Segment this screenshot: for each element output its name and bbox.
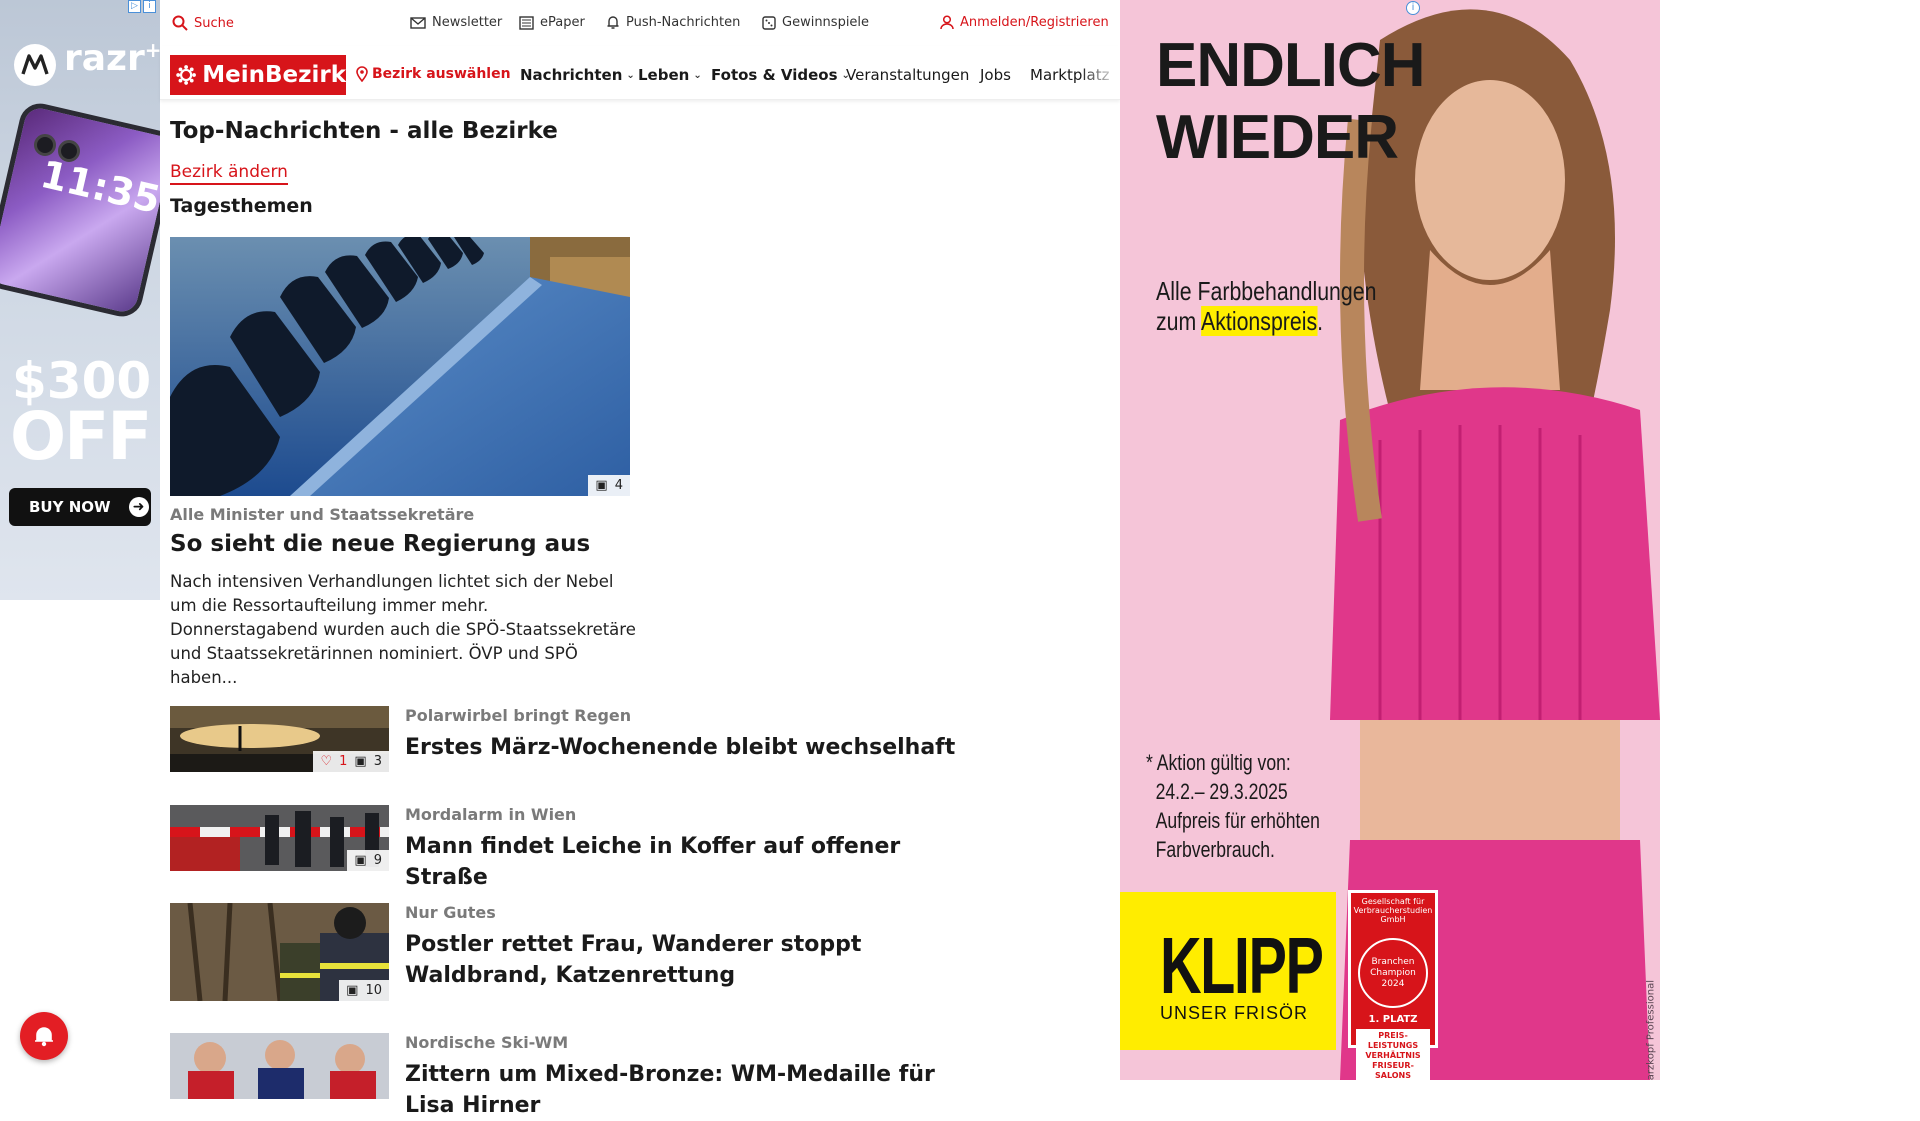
nav-veranstaltungen[interactable]: Veranstaltungen <box>846 66 969 84</box>
article-headline[interactable]: Zittern um Mixed-Bronze: WM-Medaille für… <box>405 1059 985 1121</box>
motorola-logo-icon <box>14 44 56 86</box>
hero-teaser: Nach intensiven Verhandlungen lichtet si… <box>170 572 636 687</box>
image-count-badge: ▣ 9 <box>347 850 389 871</box>
article-thumbnail <box>170 1033 389 1099</box>
arrow-right-icon: ➜ <box>128 497 149 517</box>
article-headline[interactable]: Mann findet Leiche in Koffer auf offener… <box>405 831 985 893</box>
gallery-icon: ▣ <box>354 853 367 868</box>
laurel-icon: Branchen Champion 2024 <box>1358 938 1428 1008</box>
photo-credit: Foto: Schwarzkopf Professional <box>1646 980 1657 1080</box>
user-icon <box>940 15 954 30</box>
image-count-badge: ▣ 10 <box>339 980 389 1001</box>
logo-sun-icon <box>176 65 196 85</box>
gewinnspiele-link[interactable]: Gewinnspiele <box>762 15 869 30</box>
change-bezirk-link[interactable]: Bezirk ändern <box>170 162 288 185</box>
article-item[interactable]: Nordische Ski-WM Zittern um Mixed-Bronze… <box>170 1033 970 1118</box>
klipp-logo: KLIPP <box>1160 921 1324 1010</box>
mail-icon <box>410 16 426 29</box>
newsletter-link[interactable]: Newsletter <box>410 15 502 30</box>
newspaper-icon <box>519 15 534 30</box>
article-headline[interactable]: Postler rettet Frau, Wanderer stoppt Wal… <box>405 929 985 991</box>
top-utility-bar: Suche Newsletter ePaper Push-Nachrichten… <box>160 0 1120 46</box>
ad-terms: * Aktion gültig von: 24.2.– 29.3.2025 Au… <box>1146 750 1320 862</box>
right-klipp-ad[interactable]: i ENDLICH WIEDER Alle Farbbehandlungen z… <box>1120 0 1660 1080</box>
section-title: Tagesthemen <box>170 195 313 217</box>
epaper-link[interactable]: ePaper <box>519 15 585 30</box>
award-seal: Gesellschaft für Verbraucherstudien GmbH… <box>1348 890 1438 1080</box>
hero-kicker: Alle Minister und Staatssekretäre <box>170 505 475 524</box>
article-thumbnail: ▣ 9 <box>170 805 389 871</box>
image-count-badge: ♡ 1 ▣ 3 <box>313 751 389 772</box>
login-link[interactable]: Anmelden/Registrieren <box>940 15 1109 30</box>
article-thumbnail: ♡ 1 ▣ 3 <box>170 706 389 772</box>
klipp-tagline: UNSER FRISÖR <box>1160 1003 1309 1023</box>
push-notifications-link[interactable]: Push-Nachrichten <box>606 15 740 30</box>
heart-icon: ♡ <box>320 754 333 769</box>
notification-bell-button[interactable] <box>20 1012 68 1060</box>
article-thumbnail: ▣ 10 <box>170 903 389 1001</box>
article-kicker: Nur Gutes <box>405 903 496 922</box>
meinbezirk-logo[interactable]: MeinBezirk <box>170 55 346 95</box>
image-count-badge: ▣ 4 <box>588 475 630 496</box>
hero-image[interactable]: ▣ 4 <box>170 237 630 496</box>
chevron-down-icon: ⌄ <box>693 69 702 81</box>
article-item[interactable]: ♡ 1 ▣ 3 Polarwirbel bringt Regen Erstes Mä… <box>170 706 970 776</box>
hero-headline[interactable]: So sieht die neue Regierung aus <box>170 531 590 557</box>
article-item[interactable]: ▣ 9 Mordalarm in Wien Mann findet Leiche … <box>170 805 970 890</box>
conference-chairs-image <box>170 237 630 496</box>
gallery-icon: ▣ <box>346 983 359 998</box>
article-kicker: Mordalarm in Wien <box>405 805 577 824</box>
search-icon <box>172 15 188 31</box>
bell-icon <box>607 16 619 29</box>
gallery-icon: ▣ <box>354 754 367 769</box>
ad-subline: Alle Farbbehandlungen zum Aktionspreis. <box>1156 276 1377 336</box>
bezirk-select-button[interactable]: Bezirk auswählen <box>356 66 511 82</box>
gallery-icon: ▣ <box>595 478 608 493</box>
main-content: Suche Newsletter ePaper Push-Nachrichten… <box>20 0 1120 1118</box>
ad-brand: razr+ <box>64 38 160 79</box>
ad-info-icon[interactable]: i <box>1406 1 1420 15</box>
main-navigation: MeinBezirk Bezirk auswählen Nachrichten ⌄… <box>160 46 1120 100</box>
article-kicker: Polarwirbel bringt Regen <box>405 706 632 725</box>
nav-jobs[interactable]: Jobs <box>980 66 1011 84</box>
ad-headline: ENDLICH WIEDER <box>1156 31 1426 172</box>
page-title: Top-Nachrichten - alle Bezirke <box>170 118 558 144</box>
chevron-down-icon: ⌄ <box>626 69 635 81</box>
search-link[interactable]: Suche <box>172 15 234 31</box>
ad-off: OFF <box>10 398 152 475</box>
article-headline[interactable]: Erstes März-Wochenende bleibt wechselhaf… <box>405 732 985 763</box>
nav-fade <box>1080 46 1120 99</box>
right-gutter <box>1660 0 1920 1080</box>
bell-icon <box>35 1027 53 1047</box>
adchoices-icon[interactable]: ▷ i <box>128 0 158 14</box>
article-kicker: Nordische Ski-WM <box>405 1033 569 1052</box>
article-item[interactable]: ▣ 10 Nur Gutes Postler rettet Frau, Wande… <box>170 903 970 1003</box>
left-skyscraper-ad[interactable]: ▷ i razr+ 11:35 $300 OFF BUY NOW ➜ <box>0 0 160 600</box>
dice-icon <box>762 15 776 30</box>
nav-leben[interactable]: Leben ⌄ <box>638 66 702 84</box>
nav-nachrichten[interactable]: Nachrichten ⌄ <box>520 66 635 84</box>
nav-fotos-videos[interactable]: Fotos & Videos ⌄ <box>711 66 850 84</box>
ski-athletes-image <box>170 1033 389 1099</box>
buy-now-button[interactable]: BUY NOW ➜ <box>9 488 151 526</box>
location-pin-icon <box>356 66 368 82</box>
